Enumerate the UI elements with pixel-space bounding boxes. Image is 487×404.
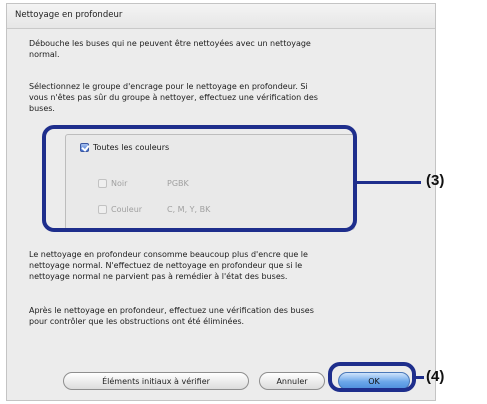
dialog-title: Nettoyage en profondeur (15, 10, 123, 20)
cancel-button[interactable]: Annuler (259, 372, 325, 390)
after-cleaning-note: Après le nettoyage en profondeur, effect… (29, 306, 314, 326)
warning-text: Le nettoyage en profondeur consomme beau… (29, 250, 308, 281)
group-callout-label: (3) (426, 172, 445, 189)
group-callout-frame (42, 125, 357, 232)
ok-callout-leader (416, 376, 424, 379)
ok-callout-label: (4) (426, 368, 445, 385)
dialog-titlebar: Nettoyage en profondeur (7, 4, 435, 29)
ok-callout-frame (328, 362, 416, 392)
initial-items-button[interactable]: Éléments initiaux à vérifier (63, 372, 249, 390)
group-callout-leader (357, 181, 421, 184)
intro-text: Débouche les buses qui ne peuvent être n… (29, 39, 311, 59)
select-instruction-text: Sélectionnez le groupe d'encrage pour le… (29, 82, 318, 113)
